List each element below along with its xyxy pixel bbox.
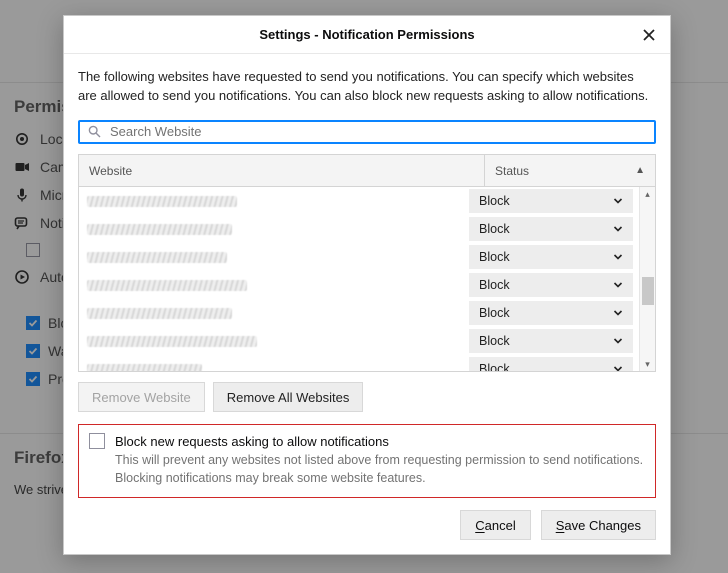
chevron-down-icon — [613, 252, 623, 262]
status-value: Block — [479, 222, 510, 236]
table-header: Website Status ▲ — [79, 155, 655, 187]
cancel-button[interactable]: Cancel — [460, 510, 530, 540]
block-new-requests-label: Block new requests asking to allow notif… — [115, 434, 389, 449]
save-mnemonic: S — [556, 518, 565, 533]
status-value: Block — [479, 362, 510, 371]
search-icon — [88, 125, 102, 139]
close-icon — [643, 29, 655, 41]
chevron-down-icon — [613, 280, 623, 290]
chevron-down-icon — [613, 364, 623, 371]
chevron-down-icon — [613, 196, 623, 206]
block-new-requests-section: Block new requests asking to allow notif… — [78, 424, 656, 498]
table-row[interactable]: Block — [79, 215, 639, 243]
search-input[interactable] — [108, 123, 646, 140]
table-row[interactable]: Block — [79, 271, 639, 299]
chevron-down-icon — [613, 224, 623, 234]
cell-website — [79, 280, 469, 291]
scroll-down-icon[interactable]: ▾ — [640, 357, 655, 371]
table-row[interactable]: Block — [79, 327, 639, 355]
cell-status: Block — [469, 301, 639, 325]
notification-permissions-dialog: Settings - Notification Permissions The … — [63, 15, 671, 555]
redacted-website — [87, 308, 232, 319]
col-header-status[interactable]: Status ▲ — [485, 155, 655, 186]
status-dropdown[interactable]: Block — [469, 217, 633, 241]
status-dropdown[interactable]: Block — [469, 189, 633, 213]
status-value: Block — [479, 334, 510, 348]
table-scrollbar[interactable]: ▴ ▾ — [639, 187, 655, 371]
status-value: Block — [479, 278, 510, 292]
cell-status: Block — [469, 217, 639, 241]
remove-all-websites-button[interactable]: Remove All Websites — [213, 382, 364, 412]
cell-status: Block — [469, 273, 639, 297]
col-header-website[interactable]: Website — [79, 155, 485, 186]
scroll-up-icon[interactable]: ▴ — [640, 187, 655, 201]
status-value: Block — [479, 306, 510, 320]
status-dropdown[interactable]: Block — [469, 301, 633, 325]
dialog-header: Settings - Notification Permissions — [64, 16, 670, 54]
cell-status: Block — [469, 245, 639, 269]
cancel-rest: ancel — [485, 518, 516, 533]
save-changes-button[interactable]: Save Changes — [541, 510, 656, 540]
scrollbar-thumb[interactable] — [642, 277, 654, 305]
col-header-status-label: Status — [495, 164, 529, 178]
cancel-mnemonic: C — [475, 518, 484, 533]
search-website-wrapper[interactable] — [78, 120, 656, 144]
table-row[interactable]: Block — [79, 299, 639, 327]
block-new-requests-description: This will prevent any websites not liste… — [89, 452, 645, 487]
status-dropdown[interactable]: Block — [469, 357, 633, 371]
status-dropdown[interactable]: Block — [469, 329, 633, 353]
cell-status: Block — [469, 189, 639, 213]
remove-website-button: Remove Website — [78, 382, 205, 412]
permissions-table: Website Status ▲ Block Block Block Block Blo… — [78, 154, 656, 372]
redacted-website — [87, 224, 232, 235]
dialog-title: Settings - Notification Permissions — [259, 27, 474, 42]
cell-website — [79, 252, 469, 263]
save-rest: ave Changes — [564, 518, 641, 533]
status-value: Block — [479, 194, 510, 208]
sort-ascending-icon: ▲ — [635, 165, 645, 176]
table-row[interactable]: Block — [79, 243, 639, 271]
status-value: Block — [479, 250, 510, 264]
cell-website — [79, 364, 469, 372]
dialog-description: The following websites have requested to… — [78, 68, 656, 106]
chevron-down-icon — [613, 336, 623, 346]
close-button[interactable] — [638, 24, 660, 46]
status-dropdown[interactable]: Block — [469, 245, 633, 269]
cell-website — [79, 308, 469, 319]
table-row[interactable]: Block — [79, 187, 639, 215]
redacted-website — [87, 280, 247, 291]
block-new-requests-checkbox[interactable] — [89, 433, 105, 449]
redacted-website — [87, 364, 202, 372]
cell-website — [79, 336, 469, 347]
redacted-website — [87, 252, 227, 263]
table-row[interactable]: Block — [79, 355, 639, 371]
redacted-website — [87, 196, 237, 207]
redacted-website — [87, 336, 257, 347]
cell-status: Block — [469, 329, 639, 353]
cell-website — [79, 224, 469, 235]
cell-status: Block — [469, 357, 639, 371]
cell-website — [79, 196, 469, 207]
status-dropdown[interactable]: Block — [469, 273, 633, 297]
chevron-down-icon — [613, 308, 623, 318]
